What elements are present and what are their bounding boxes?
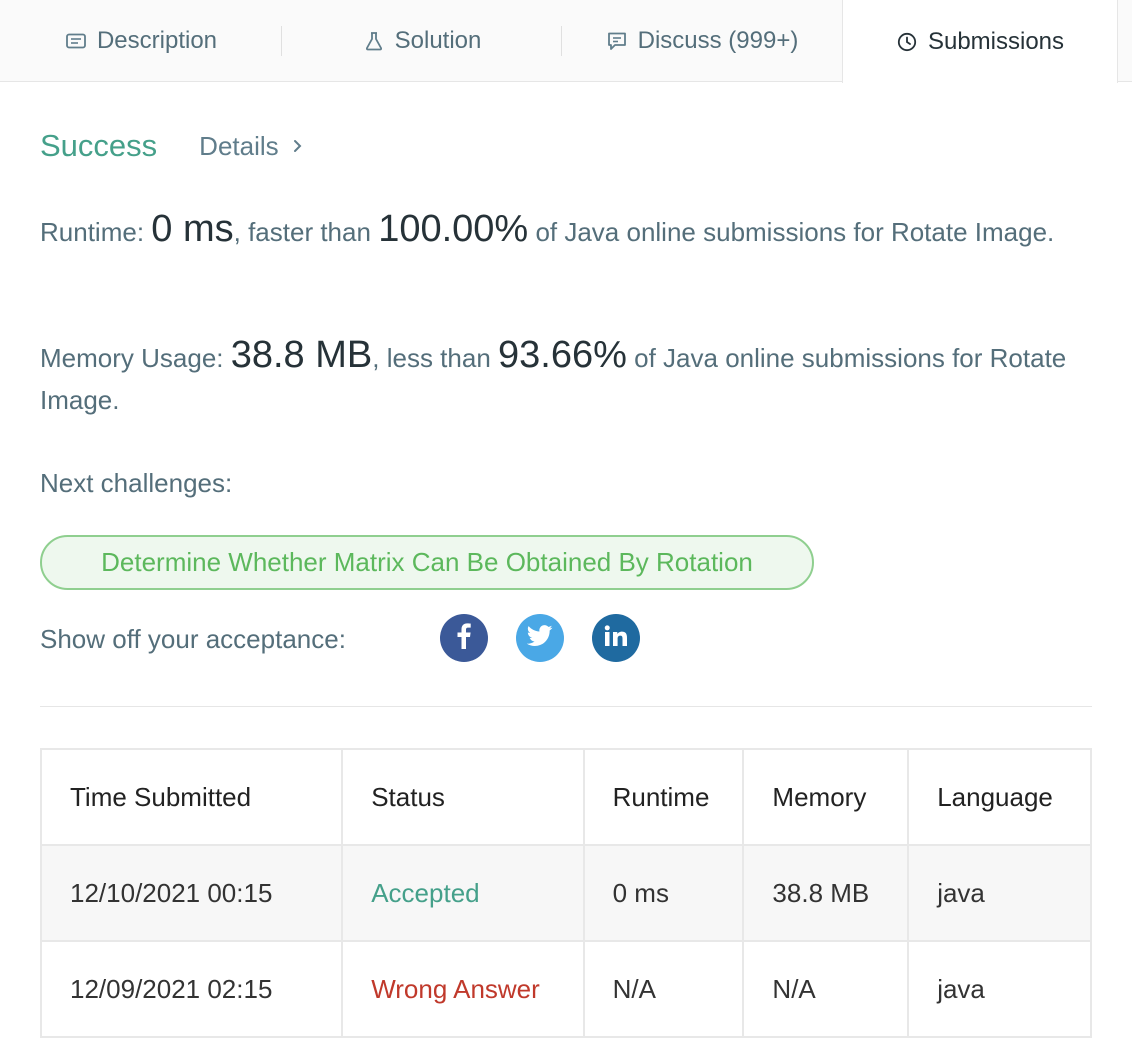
cell-runtime: N/A xyxy=(582,940,745,1038)
header-runtime: Runtime xyxy=(582,748,745,846)
result-status: Success xyxy=(40,128,158,163)
runtime-tail: of Java online submissions for Rotate Im… xyxy=(535,217,1055,247)
table-row: 12/10/2021 00:15 Accepted 0 ms 38.8 MB j… xyxy=(39,844,1092,942)
next-challenges-label: Next challenges: xyxy=(40,468,233,498)
cell-time: 12/10/2021 00:15 xyxy=(39,844,344,942)
submissions-table: Time Submitted Status Runtime Memory Lan… xyxy=(39,748,1092,1038)
cell-runtime: 0 ms xyxy=(582,844,745,942)
next-challenge-button[interactable]: Determine Whether Matrix Can Be Obtained… xyxy=(40,535,814,590)
tab-solution-label: Solution xyxy=(394,27,482,54)
status-link[interactable]: Wrong Answer xyxy=(371,974,540,1004)
share-label: Show off your acceptance: xyxy=(40,624,346,654)
tab-description-label: Description xyxy=(96,27,218,54)
cell-time: 12/09/2021 02:15 xyxy=(39,940,344,1038)
tab-discuss-label: Discuss (999+) xyxy=(637,27,799,54)
description-icon xyxy=(65,30,87,52)
cell-language: java xyxy=(907,844,1092,942)
memory-label: Memory Usage: xyxy=(40,343,224,373)
runtime-mid: , faster than xyxy=(233,217,371,247)
tab-solution[interactable]: Solution xyxy=(282,0,562,82)
runtime-summary: Runtime: 0 ms, faster than 100.00% of Ja… xyxy=(40,208,1100,253)
memory-value: 38.8 MB xyxy=(230,334,373,376)
facebook-share-button[interactable] xyxy=(440,614,488,662)
header-memory: Memory xyxy=(742,748,910,846)
tab-discuss[interactable]: Discuss (999+) xyxy=(562,0,842,82)
table-header-row: Time Submitted Status Runtime Memory Lan… xyxy=(39,748,1092,846)
cell-status: Accepted xyxy=(341,844,585,942)
memory-summary: Memory Usage: 38.8 MB, less than 93.66% … xyxy=(40,334,1100,421)
header-status: Status xyxy=(341,748,585,846)
linkedin-icon xyxy=(604,624,628,652)
tab-description[interactable]: Description xyxy=(0,0,282,82)
cell-status: Wrong Answer xyxy=(341,940,585,1038)
table-row: 12/09/2021 02:15 Wrong Answer N/A N/A ja… xyxy=(39,940,1092,1038)
header-time-submitted: Time Submitted xyxy=(39,748,344,846)
memory-percent: 93.66% xyxy=(498,334,627,376)
result-header: Success Details xyxy=(40,128,303,164)
cell-memory: N/A xyxy=(742,940,910,1038)
tab-bar: Description Solution Discuss (999+) Subm… xyxy=(0,0,1132,83)
linkedin-share-button[interactable] xyxy=(592,614,640,662)
divider xyxy=(40,706,1092,707)
clock-icon xyxy=(896,31,918,53)
cell-memory: 38.8 MB xyxy=(742,844,910,942)
cell-language: java xyxy=(907,940,1092,1038)
twitter-share-button[interactable] xyxy=(516,614,564,662)
details-label: Details xyxy=(199,130,279,161)
memory-mid: , less than xyxy=(372,343,491,373)
facebook-icon xyxy=(457,622,471,654)
runtime-value: 0 ms xyxy=(151,208,234,250)
flask-icon xyxy=(363,30,385,52)
details-link[interactable]: Details xyxy=(199,131,302,162)
chevron-right-icon xyxy=(293,138,303,154)
tab-submissions[interactable]: Submissions xyxy=(842,0,1118,83)
tab-submissions-label: Submissions xyxy=(927,27,1065,55)
status-link[interactable]: Accepted xyxy=(371,878,479,908)
runtime-label: Runtime: xyxy=(40,217,145,247)
header-language: Language xyxy=(907,748,1092,846)
twitter-icon xyxy=(526,624,553,652)
chat-icon xyxy=(606,30,628,52)
runtime-percent: 100.00% xyxy=(378,208,529,250)
